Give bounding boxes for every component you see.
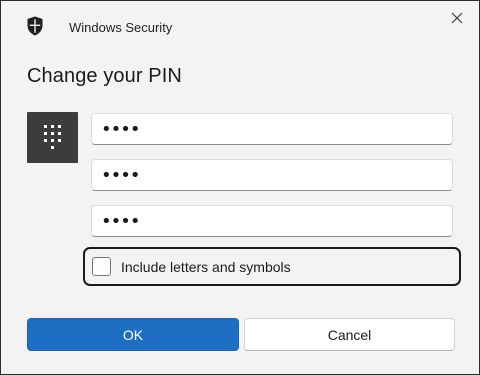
close-button[interactable] <box>445 9 469 31</box>
include-letters-label: Include letters and symbols <box>121 259 291 275</box>
app-title: Windows Security <box>69 20 173 35</box>
ok-button[interactable]: OK <box>27 318 239 351</box>
confirm-pin-field[interactable] <box>91 205 453 237</box>
include-letters-option[interactable]: Include letters and symbols <box>83 247 461 286</box>
pin-keypad-icon <box>27 112 78 163</box>
current-pin-field[interactable] <box>91 113 453 145</box>
new-pin-field[interactable] <box>91 159 453 191</box>
dialog-heading: Change your PIN <box>27 65 182 87</box>
shield-icon <box>26 16 44 36</box>
close-icon <box>451 11 463 29</box>
include-letters-checkbox[interactable] <box>92 257 111 276</box>
windows-security-dialog: Windows Security Change your PIN •••• ••… <box>0 0 480 375</box>
cancel-button[interactable]: Cancel <box>244 318 455 351</box>
